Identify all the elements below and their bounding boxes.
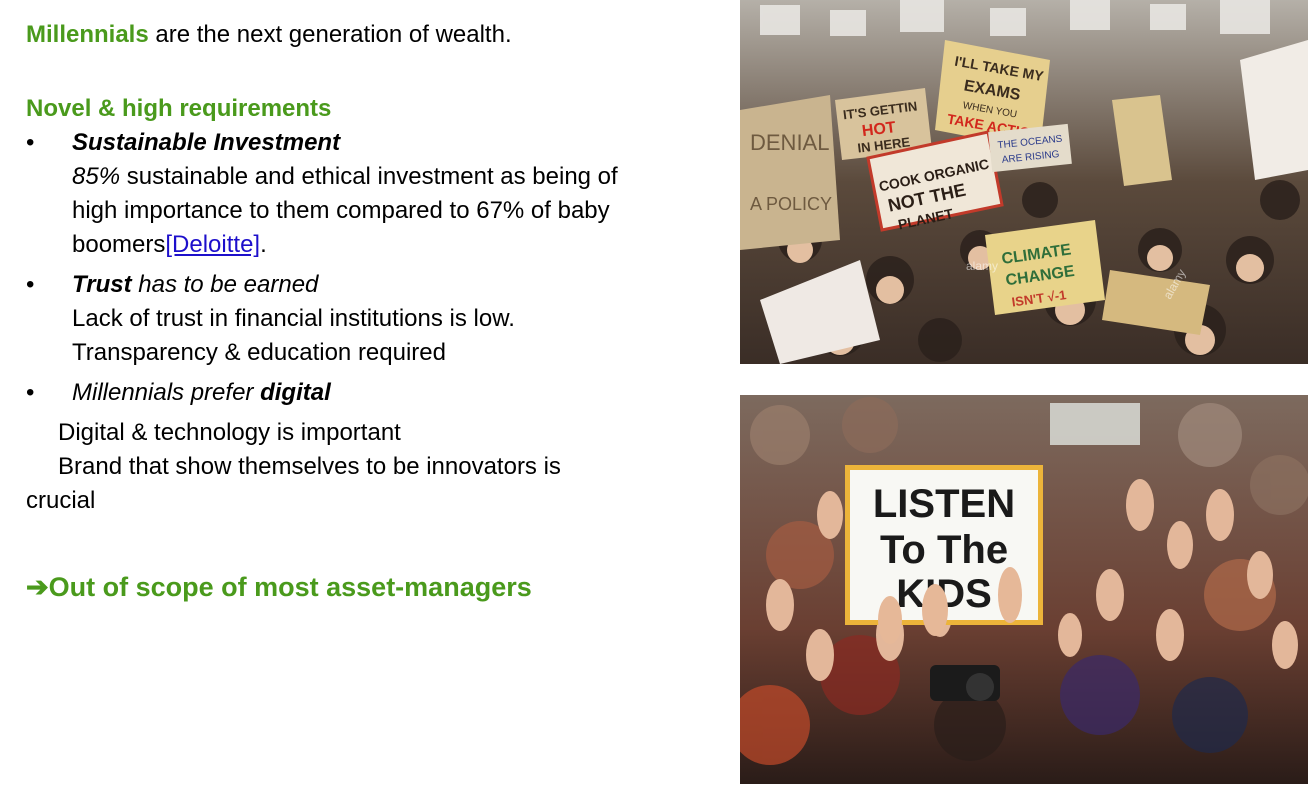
digital-line: Brand that show themselves to be innovat… [58,453,561,480]
sign-text: LISTEN [873,482,1015,526]
bullet-line: Transparency & education required [26,336,706,370]
watermark: alamy [966,259,998,273]
digital-line: crucial [26,487,96,514]
sign-text: To The [880,528,1008,572]
bullet-line: 85% sustainable and ethical investment a… [26,160,706,194]
digital-line: Digital & technology is important [58,419,401,446]
bullet-marker: • [26,379,35,406]
bullet-marker: • [26,271,35,298]
bullet-line: boomers[Deloitte]. [26,228,706,262]
bullet-title: Sustainable Investment [72,129,341,156]
bullet-trust: • Trust has to be earned [26,268,706,302]
bullet-sustainable: • Sustainable Investment [26,126,706,160]
bullet-title: Millennials prefer [72,379,261,406]
slide-text: Millennials are the next generation of w… [26,18,706,604]
conclusion: ➔Out of scope of most asset-managers [26,570,706,604]
bullet-title: Trust [72,271,132,298]
bullet-digital: • Millennials prefer digital [26,376,706,410]
bullet-title-bold: digital [260,379,331,406]
bullet-text: Transparency & education required [72,339,446,366]
intro-highlight: Millennials [26,21,149,48]
bullet-marker: • [26,129,35,156]
sign-text: A POLICY [750,194,832,214]
bullet-line: high importance to them compared to 67% … [26,194,706,228]
protest-photo-top: DENIAL A POLICY IT'S GETTIN HOT IN HERE … [740,0,1308,364]
deloitte-link[interactable]: [Deloitte] [165,231,260,258]
sign-text: DENIAL [750,130,829,155]
conclusion-text: Out of scope of most asset-managers [48,572,532,602]
section-heading: Novel & high requirements [26,95,332,122]
bullet-text: . [260,231,267,258]
bullet-text: sustainable and ethical investment as be… [120,163,618,190]
intro-line: Millennials are the next generation of w… [26,18,706,52]
protest-photo-top-illustration: DENIAL A POLICY IT'S GETTIN HOT IN HERE … [740,0,1308,364]
bullet-text: boomers [72,231,166,258]
bullet-title-rest: has to be earned [131,271,319,298]
bullet-text: Lack of trust in financial institutions … [72,305,515,332]
intro-text: are the next generation of wealth. [148,21,512,48]
arrow-icon: ➔ [26,572,49,602]
bullet-line: Lack of trust in financial institutions … [26,302,706,336]
protest-photo-bottom-illustration: LISTEN To The KIDS [740,395,1308,784]
protest-photo-bottom: LISTEN To The KIDS [740,395,1308,784]
bullet-text: high importance to them compared to 67% … [72,197,610,224]
stat-85: 85% [72,163,121,190]
